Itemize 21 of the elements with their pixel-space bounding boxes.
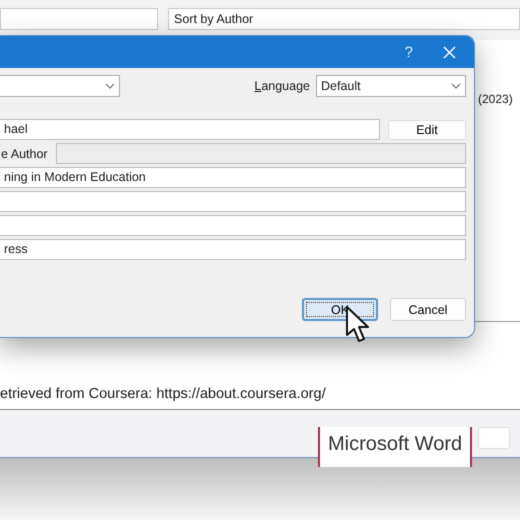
- input-field[interactable]: [0, 191, 466, 212]
- reference-text: etrieved from Coursera: https://about.coursera.org/: [0, 386, 326, 402]
- sort-field[interactable]: Sort by Author: [168, 8, 520, 30]
- language-label: Language: [254, 79, 310, 93]
- language-dropdown[interactable]: Default: [316, 75, 466, 97]
- chevron-icon: [451, 83, 461, 89]
- year-text: (2023): [478, 92, 513, 106]
- input-field[interactable]: [0, 215, 466, 236]
- button[interactable]: [478, 427, 510, 449]
- input-field[interactable]: hael: [0, 119, 380, 140]
- type-dropdown[interactable]: [0, 75, 120, 97]
- text-field[interactable]: [0, 8, 158, 30]
- close-icon[interactable]: [443, 46, 456, 58]
- help-button[interactable]: ?: [404, 44, 413, 60]
- input-field[interactable]: ress: [0, 239, 466, 260]
- dialog-button[interactable]: Cancel: [390, 298, 466, 321]
- input-field[interactable]: ning in Modern Education: [0, 167, 466, 188]
- edit-button[interactable]: Edit: [388, 120, 466, 140]
- chevron-icon: [105, 83, 115, 89]
- caption-label: Microsoft Word: [318, 427, 472, 467]
- field-label: e Author: [0, 146, 48, 160]
